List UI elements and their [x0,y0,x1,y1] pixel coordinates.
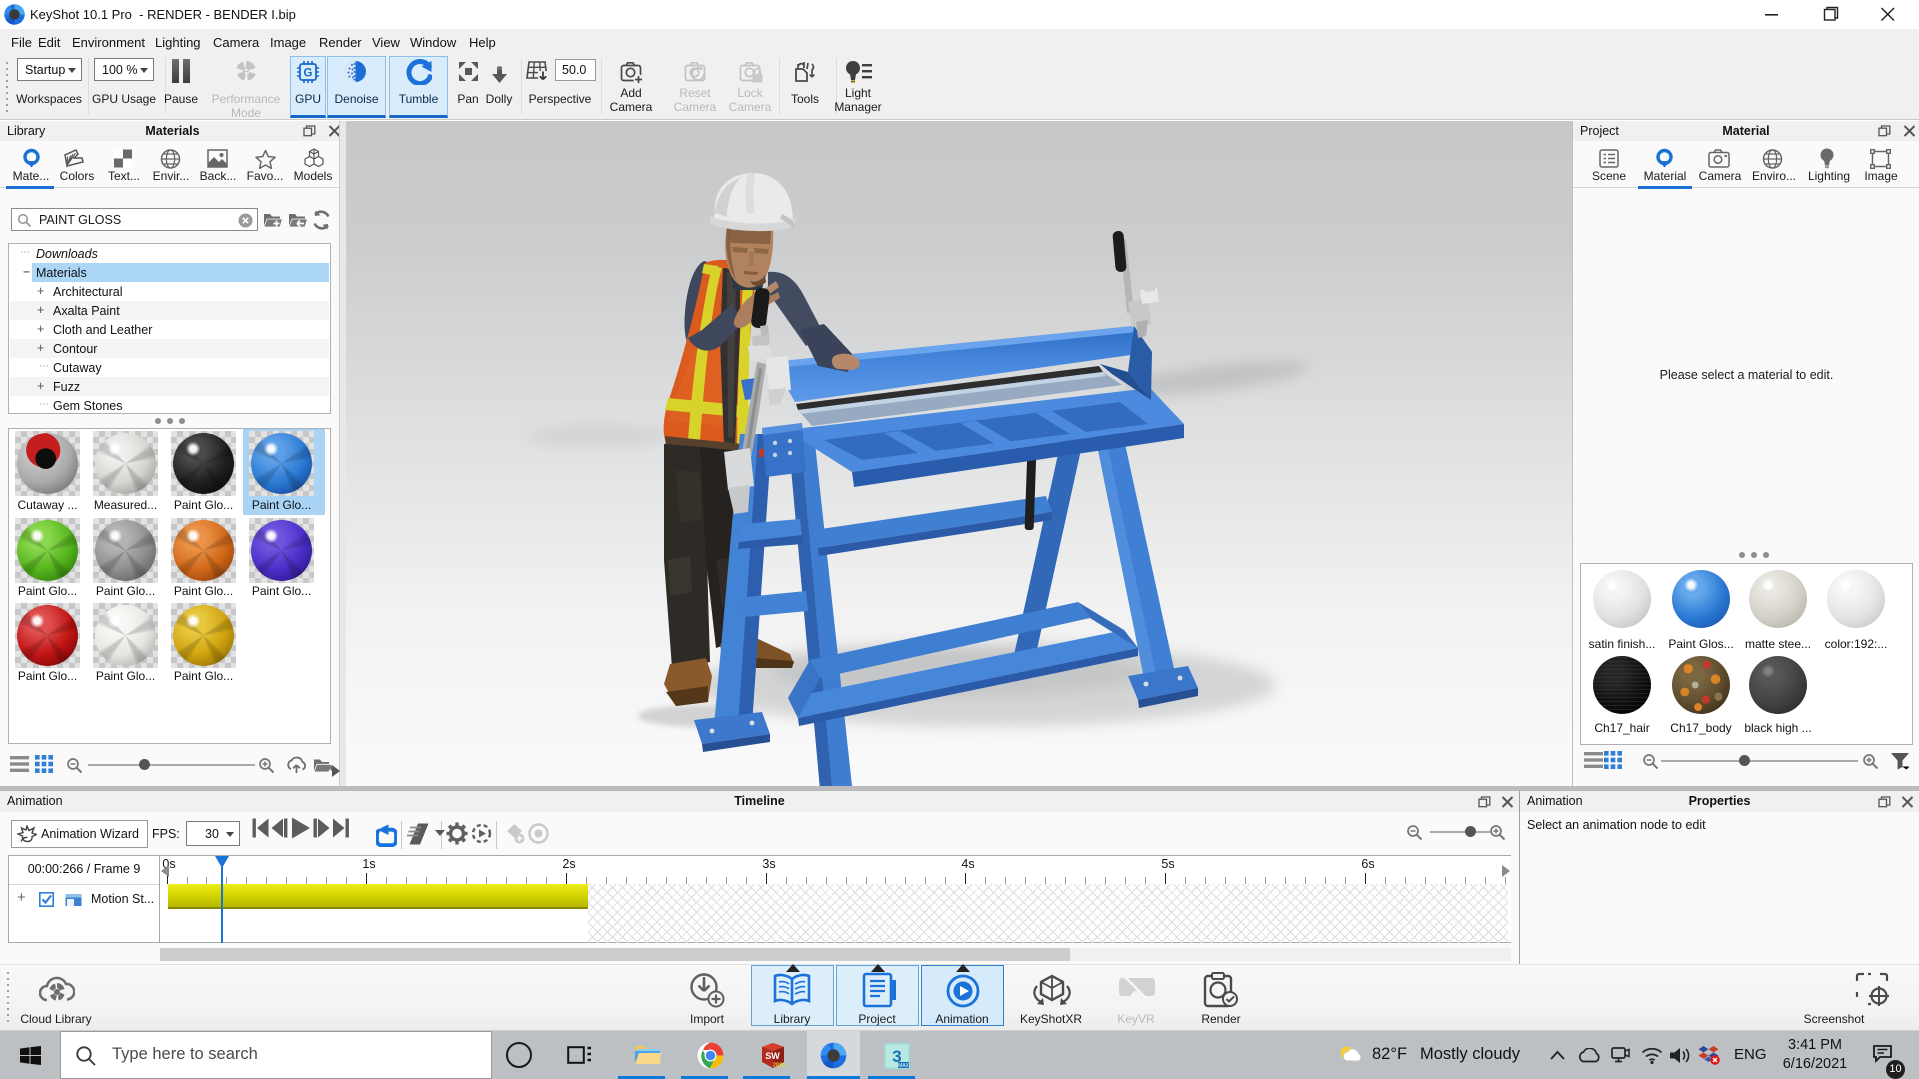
svg-text:SW: SW [765,1051,780,1061]
svg-text:P: P [242,66,249,78]
svg-text:2020: 2020 [773,1063,785,1069]
svg-text:G: G [304,68,313,80]
svg-text:MAX: MAX [898,1063,910,1069]
